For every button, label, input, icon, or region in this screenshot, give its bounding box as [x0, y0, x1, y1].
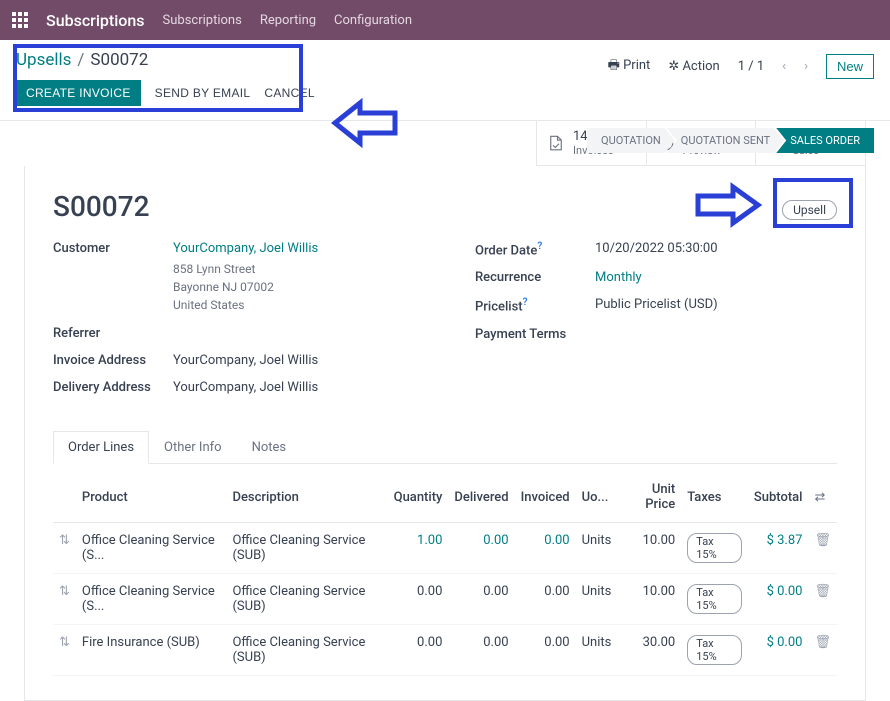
- column-options-icon[interactable]: ⇄: [814, 490, 825, 505]
- action-button[interactable]: ✲ Action: [668, 59, 719, 74]
- cell-description[interactable]: Office Cleaning Service (SUB): [226, 574, 387, 625]
- cancel-button[interactable]: CANCEL: [264, 86, 314, 100]
- order-lines-table: Product Description Quantity Delivered I…: [53, 472, 837, 676]
- pager-prev-icon[interactable]: ‹: [782, 59, 786, 74]
- th-subtotal[interactable]: Subtotal: [748, 472, 809, 523]
- customer-value[interactable]: YourCompany, Joel Willis: [173, 241, 318, 256]
- cell-delivered[interactable]: 0.00: [448, 523, 514, 574]
- cell-invoiced[interactable]: 0.00: [515, 523, 576, 574]
- table-row[interactable]: ⇅ Office Cleaning Service (S...Office Cle…: [53, 574, 837, 625]
- stage-quotation[interactable]: QUOTATION: [587, 128, 675, 153]
- new-button[interactable]: New: [826, 54, 874, 79]
- pricelist-label: Pricelist?: [475, 297, 595, 314]
- cell-unit-price[interactable]: 10.00: [617, 523, 681, 574]
- cell-uom[interactable]: Units: [576, 523, 618, 574]
- customer-label: Customer: [53, 241, 173, 256]
- tabs: Order Lines Other Info Notes: [53, 431, 837, 464]
- cell-quantity[interactable]: 1.00: [388, 523, 449, 574]
- table-row[interactable]: ⇅ Office Cleaning Service (S...Office Cle…: [53, 523, 837, 574]
- cell-unit-price[interactable]: 30.00: [617, 625, 681, 676]
- th-taxes[interactable]: Taxes: [681, 472, 748, 523]
- cell-quantity[interactable]: 0.00: [388, 574, 449, 625]
- order-date-label: Order Date?: [475, 241, 595, 258]
- action-row: CREATE INVOICE SEND BY EMAIL CANCEL: [16, 80, 874, 106]
- trash-icon[interactable]: 🗑: [814, 635, 831, 650]
- th-quantity[interactable]: Quantity: [388, 472, 449, 523]
- tab-notes[interactable]: Notes: [237, 431, 302, 463]
- topbar: Subscriptions Subscriptions Reporting Co…: [0, 0, 890, 40]
- cell-description[interactable]: Office Cleaning Service (SUB): [226, 625, 387, 676]
- delivery-address-value[interactable]: YourCompany, Joel Willis: [173, 380, 318, 395]
- referrer-label: Referrer: [53, 326, 173, 341]
- stage-bar: QUOTATION QUOTATION SENT SALES ORDER: [587, 128, 874, 153]
- cell-product[interactable]: Office Cleaning Service (S...: [76, 574, 227, 625]
- tab-other-info[interactable]: Other Info: [149, 431, 237, 463]
- cell-product[interactable]: Office Cleaning Service (S...: [76, 523, 227, 574]
- cell-quantity[interactable]: 0.00: [388, 625, 449, 676]
- document-icon: [547, 134, 565, 152]
- cell-taxes[interactable]: Tax 15%: [681, 523, 748, 574]
- nav-reporting[interactable]: Reporting: [260, 13, 316, 28]
- drag-handle-icon[interactable]: ⇅: [59, 584, 70, 599]
- cell-description[interactable]: Office Cleaning Service (SUB): [226, 523, 387, 574]
- apps-icon[interactable]: [12, 12, 28, 28]
- cell-delivered[interactable]: 0.00: [448, 574, 514, 625]
- th-unit-price[interactable]: Unit Price: [617, 472, 681, 523]
- fields: CustomerYourCompany, Joel Willis 858 Lyn…: [53, 241, 837, 407]
- th-invoiced[interactable]: Invoiced: [515, 472, 576, 523]
- recurrence-label: Recurrence: [475, 270, 595, 285]
- pager: 1 / 1: [738, 59, 764, 74]
- order-date-value[interactable]: 10/20/2022 05:30:00: [595, 241, 718, 258]
- invoice-address-label: Invoice Address: [53, 353, 173, 368]
- delivery-address-label: Delivery Address: [53, 380, 173, 395]
- toolbar: Upsells / S00072 CREATE INVOICE SEND BY …: [0, 40, 890, 121]
- print-button[interactable]: 🖶 Print: [608, 56, 651, 78]
- drag-handle-icon[interactable]: ⇅: [59, 533, 70, 548]
- cell-subtotal[interactable]: $ 3.87: [748, 523, 809, 574]
- th-delivered[interactable]: Delivered: [448, 472, 514, 523]
- cell-subtotal[interactable]: $ 0.00: [748, 574, 809, 625]
- recurrence-value[interactable]: Monthly: [595, 270, 642, 285]
- upsell-tag[interactable]: Upsell: [782, 200, 837, 220]
- pager-next-icon[interactable]: ›: [804, 59, 808, 74]
- tab-order-lines[interactable]: Order Lines: [53, 431, 149, 464]
- nav-subscriptions[interactable]: Subscriptions: [163, 13, 242, 28]
- customer-address: 858 Lynn Street Bayonne NJ 07002 United …: [53, 260, 415, 314]
- pricelist-value[interactable]: Public Pricelist (USD): [595, 297, 718, 314]
- right-tools: 🖶 Print ✲ Action 1 / 1 ‹ › New: [608, 54, 874, 79]
- stage-sales-order[interactable]: SALES ORDER: [776, 128, 874, 153]
- cell-uom[interactable]: Units: [576, 574, 618, 625]
- page-title: S00072: [53, 190, 837, 223]
- cell-unit-price[interactable]: 10.00: [617, 574, 681, 625]
- breadcrumb-current: S00072: [90, 50, 148, 70]
- cell-uom[interactable]: Units: [576, 625, 618, 676]
- trash-icon[interactable]: 🗑: [814, 584, 831, 599]
- send-by-email-button[interactable]: SEND BY EMAIL: [155, 86, 251, 100]
- th-product[interactable]: Product: [76, 472, 227, 523]
- table-row[interactable]: ⇅ Fire Insurance (SUB)Office Cleaning Ser…: [53, 625, 837, 676]
- create-invoice-button[interactable]: CREATE INVOICE: [16, 80, 141, 106]
- invoice-address-value[interactable]: YourCompany, Joel Willis: [173, 353, 318, 368]
- cell-invoiced[interactable]: 0.00: [515, 625, 576, 676]
- cell-subtotal[interactable]: $ 0.00: [748, 625, 809, 676]
- payment-terms-label: Payment Terms: [475, 327, 595, 342]
- drag-handle-icon[interactable]: ⇅: [59, 635, 70, 650]
- breadcrumb-sep: /: [77, 50, 84, 70]
- trash-icon[interactable]: 🗑: [814, 533, 831, 548]
- sheet: S00072 Upsell CustomerYourCompany, Joel …: [24, 166, 866, 701]
- nav-configuration[interactable]: Configuration: [334, 13, 412, 28]
- cell-product[interactable]: Fire Insurance (SUB): [76, 625, 227, 676]
- cell-taxes[interactable]: Tax 15%: [681, 625, 748, 676]
- cell-taxes[interactable]: Tax 15%: [681, 574, 748, 625]
- th-uom[interactable]: Uo...: [576, 472, 618, 523]
- breadcrumb-root[interactable]: Upsells: [16, 50, 71, 70]
- stage-quotation-sent[interactable]: QUOTATION SENT: [667, 128, 784, 153]
- th-description[interactable]: Description: [226, 472, 387, 523]
- cell-invoiced[interactable]: 0.00: [515, 574, 576, 625]
- brand: Subscriptions: [46, 11, 145, 30]
- cell-delivered[interactable]: 0.00: [448, 625, 514, 676]
